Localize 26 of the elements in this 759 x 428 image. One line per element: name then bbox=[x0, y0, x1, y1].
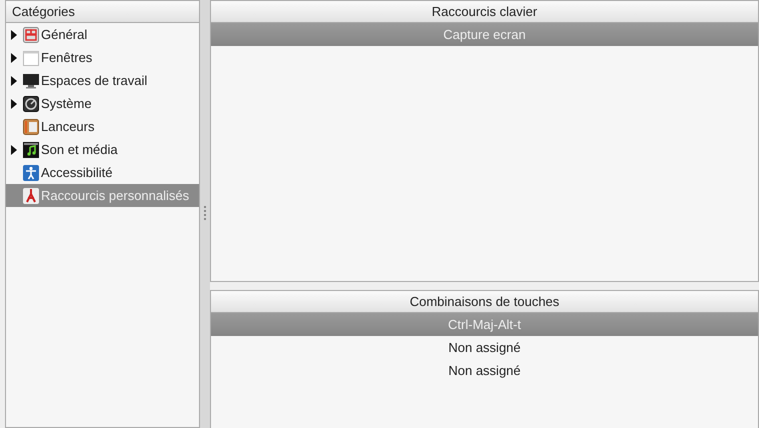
category-item[interactable]: Système bbox=[6, 92, 199, 115]
compass-icon bbox=[23, 188, 39, 204]
category-item[interactable]: Accessibilité bbox=[6, 161, 199, 184]
grid-icon bbox=[23, 26, 39, 42]
notebook-icon bbox=[23, 118, 39, 134]
category-item[interactable]: Général bbox=[6, 23, 199, 46]
expand-arrow-icon[interactable] bbox=[11, 52, 17, 62]
person-icon bbox=[23, 164, 39, 180]
column-header: Raccourcis clavier bbox=[211, 1, 758, 23]
category-item[interactable]: Son et média bbox=[6, 138, 199, 161]
expand-arrow-icon[interactable] bbox=[11, 30, 17, 40]
monitor-icon bbox=[23, 72, 39, 88]
column-header: Combinaisons de touches bbox=[211, 291, 758, 313]
list-row[interactable]: Non assigné bbox=[211, 359, 758, 382]
gauge-icon bbox=[23, 96, 39, 112]
list-row[interactable]: Non assigné bbox=[211, 336, 758, 359]
panel-header: Catégories bbox=[6, 1, 199, 23]
window-icon bbox=[23, 50, 39, 66]
expand-arrow-icon[interactable] bbox=[11, 144, 17, 154]
music-note-icon bbox=[23, 142, 39, 158]
expand-arrow-icon[interactable] bbox=[11, 76, 17, 86]
category-item[interactable]: Espaces de travail bbox=[6, 69, 199, 92]
category-item[interactable]: Fenêtres bbox=[6, 46, 199, 69]
category-item[interactable]: Lanceurs bbox=[6, 115, 199, 138]
splitter-handle[interactable] bbox=[204, 206, 206, 222]
expand-arrow-icon[interactable] bbox=[11, 98, 17, 108]
